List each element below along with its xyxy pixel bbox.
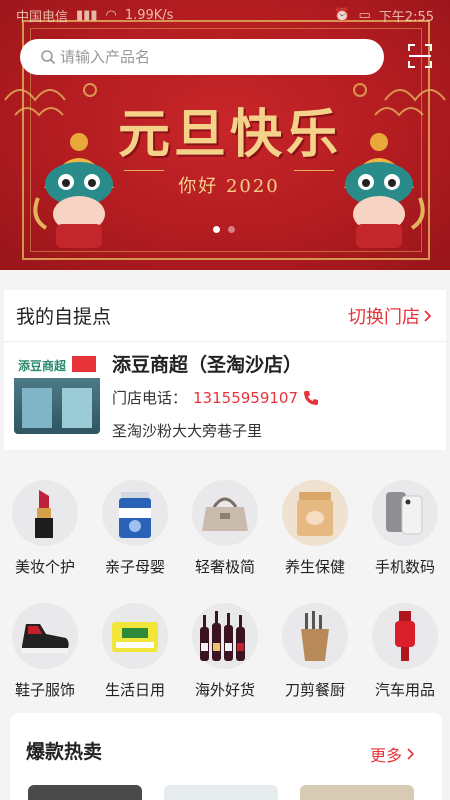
banner-subtitle: 你好 2020 bbox=[178, 176, 280, 197]
carousel-indicator bbox=[213, 226, 235, 233]
store-phone-row: 门店电话： 13155959107 bbox=[112, 387, 320, 408]
pickup-header: 我的自提点 切换门店 bbox=[4, 290, 446, 342]
store-phone[interactable]: 13155959107 bbox=[193, 389, 298, 407]
smartphone-icon bbox=[386, 492, 423, 535]
category-item[interactable]: 轻奢极简 bbox=[180, 472, 270, 577]
category-label: 养生保健 bbox=[284, 558, 345, 576]
category-image bbox=[372, 603, 438, 669]
carousel-dot[interactable] bbox=[228, 226, 235, 233]
store-window bbox=[22, 388, 52, 428]
switch-store-label: 切换门店 bbox=[348, 306, 420, 328]
store-window bbox=[62, 388, 92, 428]
store-photo: 添豆商超 bbox=[14, 352, 100, 434]
category-item[interactable]: 刀剪餐厨 bbox=[270, 595, 360, 700]
category-image bbox=[12, 480, 78, 546]
more-button[interactable]: 更多 bbox=[370, 742, 416, 766]
network-speed: 1.99K/s bbox=[124, 7, 174, 23]
alarm-icon: ⏰ bbox=[334, 7, 351, 23]
category-item[interactable]: 海外好货 bbox=[180, 595, 270, 700]
health-jar-icon bbox=[297, 492, 333, 536]
sneaker-icon bbox=[22, 624, 69, 653]
pickup-title: 我的自提点 bbox=[16, 306, 112, 328]
category-label: 轻奢极简 bbox=[194, 558, 255, 576]
hot-sale-section: 爆款热卖 更多 bbox=[10, 713, 442, 800]
tissue-pack-icon bbox=[112, 622, 158, 652]
store-address: 圣淘沙粉大大旁巷子里 bbox=[112, 422, 263, 440]
category-label: 刀剪餐厨 bbox=[284, 681, 345, 699]
search-icon bbox=[41, 50, 56, 65]
category-image bbox=[282, 480, 348, 546]
category-item[interactable]: 鞋子服饰 bbox=[0, 595, 90, 700]
signal-icon: ▮▮▮ bbox=[76, 7, 98, 23]
carrier-text: 中国电信 bbox=[16, 9, 69, 25]
product-thumbnail[interactable] bbox=[300, 785, 414, 800]
store-name: 添豆商超（圣淘沙店） bbox=[112, 354, 303, 376]
status-bar: 中国电信 ▮▮▮ ◠ 1.99K/s ⏰ ▭ 下午2:55 bbox=[0, 0, 450, 30]
carousel-dot-active[interactable] bbox=[213, 226, 220, 233]
store-details: 添豆商超（圣淘沙店） 门店电话： 13155959107 圣淘沙粉大大旁巷子里 bbox=[112, 352, 320, 441]
promo-banner[interactable]: 中国电信 ▮▮▮ ◠ 1.99K/s ⏰ ▭ 下午2:55 元旦快乐 你好 20… bbox=[0, 0, 450, 270]
category-image bbox=[282, 603, 348, 669]
category-label: 汽车用品 bbox=[374, 681, 435, 699]
category-item[interactable]: 手机数码 bbox=[360, 472, 450, 577]
hot-sale-title: 爆款热卖 bbox=[26, 741, 103, 763]
store-sign-text: 添豆商超 bbox=[18, 359, 67, 373]
search-input[interactable] bbox=[60, 48, 360, 66]
handbag-icon bbox=[202, 497, 248, 531]
product-thumbnail[interactable] bbox=[164, 785, 278, 800]
category-label: 亲子母婴 bbox=[104, 558, 165, 576]
product-thumbnail[interactable] bbox=[28, 785, 142, 800]
lion-mascot-icon bbox=[344, 133, 425, 248]
search-bar[interactable] bbox=[20, 39, 384, 75]
category-label: 鞋子服饰 bbox=[14, 681, 75, 699]
phone-label: 门店电话： bbox=[112, 389, 188, 407]
category-image bbox=[192, 480, 258, 546]
pickup-point-card: 我的自提点 切换门店 添豆商超 添豆商超（圣淘沙店） 门店电话： 1315595… bbox=[4, 290, 446, 450]
category-image bbox=[12, 603, 78, 669]
wine-bottles-icon bbox=[200, 611, 245, 661]
store-sign-stripe bbox=[72, 356, 96, 372]
divider bbox=[294, 170, 334, 171]
category-item[interactable]: 美妆个护 bbox=[0, 472, 90, 577]
phone-icon[interactable] bbox=[302, 389, 320, 407]
category-grid: 美妆个护 亲子母婴 轻奢极简 养生保健 手机数码 鞋子服饰 生活日用 海外好货 … bbox=[0, 472, 450, 700]
store-info-row[interactable]: 添豆商超 添豆商超（圣淘沙店） 门店电话： 13155959107 圣淘沙粉大大… bbox=[4, 342, 446, 451]
switch-store-button[interactable]: 切换门店 bbox=[348, 303, 434, 329]
divider bbox=[124, 170, 164, 171]
category-image bbox=[372, 480, 438, 546]
scan-icon[interactable] bbox=[406, 42, 434, 70]
lion-mascot-icon bbox=[33, 133, 114, 248]
category-item[interactable]: 汽车用品 bbox=[360, 595, 450, 700]
category-item[interactable]: 生活日用 bbox=[90, 595, 180, 700]
banner-title: 元旦快乐 bbox=[117, 104, 342, 165]
category-label: 海外好货 bbox=[194, 681, 255, 699]
battery-icon: ▭ bbox=[358, 7, 371, 23]
category-label: 美妆个护 bbox=[14, 558, 75, 576]
chevron-right-icon bbox=[407, 748, 415, 760]
category-image bbox=[192, 603, 258, 669]
car-accessory-icon bbox=[395, 611, 415, 661]
category-item[interactable]: 亲子母婴 bbox=[90, 472, 180, 577]
category-image bbox=[102, 480, 168, 546]
knife-block-icon bbox=[301, 611, 329, 661]
more-label: 更多 bbox=[369, 746, 402, 765]
milk-powder-icon bbox=[119, 492, 151, 538]
wifi-icon: ◠ bbox=[105, 7, 117, 23]
category-label: 手机数码 bbox=[374, 558, 435, 576]
category-image bbox=[102, 603, 168, 669]
clock-text: 下午2:55 bbox=[378, 9, 434, 25]
chevron-right-icon bbox=[424, 309, 432, 322]
category-label: 生活日用 bbox=[104, 681, 165, 699]
category-item[interactable]: 养生保健 bbox=[270, 472, 360, 577]
lipstick-icon bbox=[35, 490, 53, 538]
